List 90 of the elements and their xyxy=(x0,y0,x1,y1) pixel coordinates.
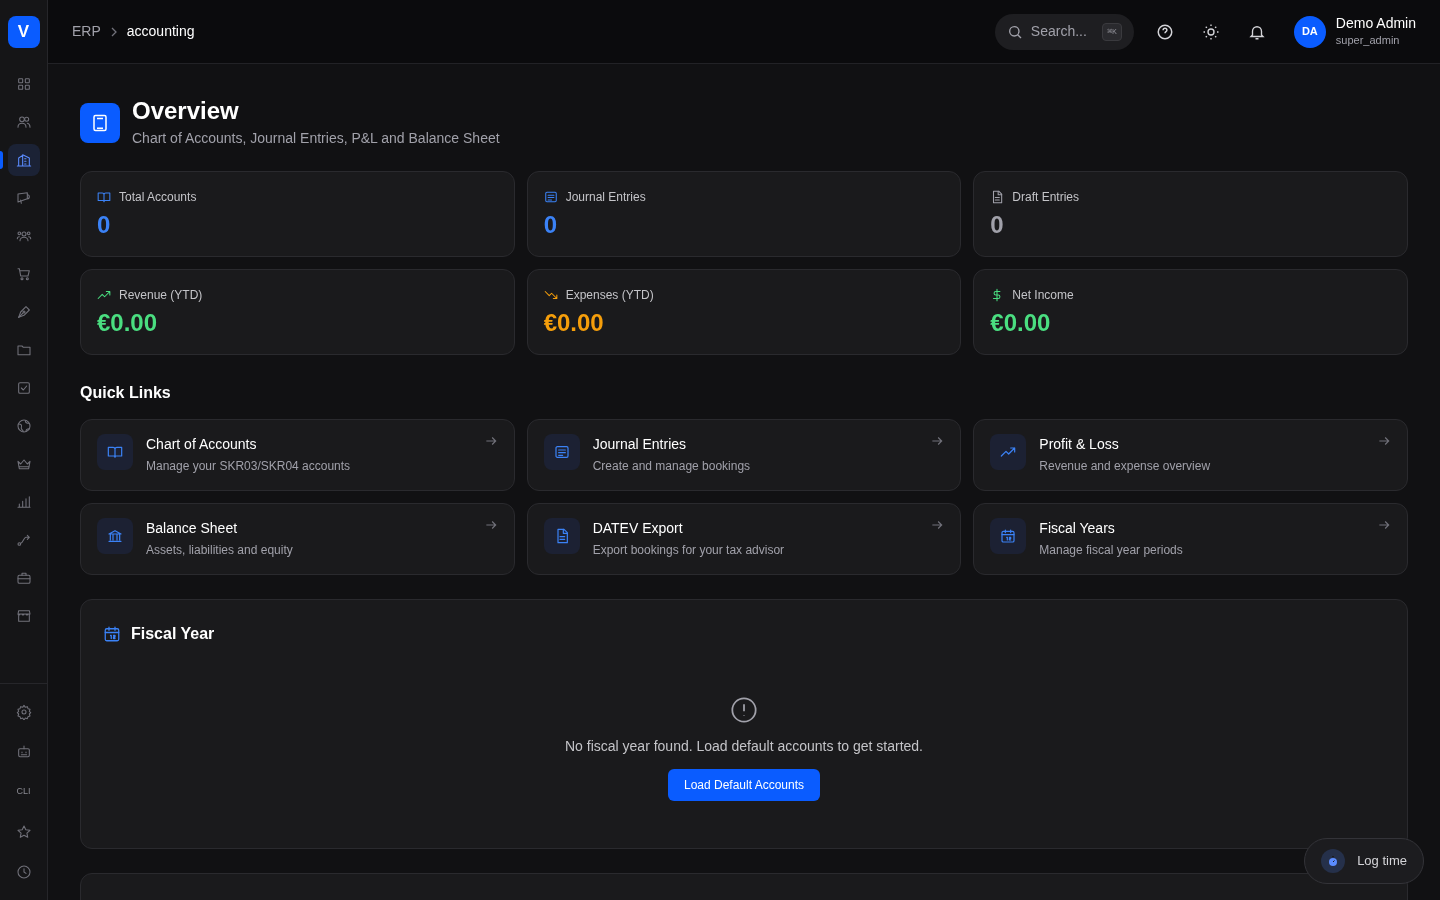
stat-label: Expenses (YTD) xyxy=(565,287,654,304)
book-icon xyxy=(97,190,111,204)
stat-label: Journal Entries xyxy=(565,189,646,206)
arrow-right-icon xyxy=(483,434,498,448)
stopwatch-icon xyxy=(1321,849,1346,873)
grid-icon xyxy=(15,76,32,92)
load-default-accounts-button[interactable]: Load Default Accounts xyxy=(667,769,821,801)
robot-icon xyxy=(15,744,32,760)
arrow-right-icon xyxy=(1377,434,1391,448)
trending-up-icon xyxy=(97,288,111,302)
link-description: Assets, liabilities and equity xyxy=(146,542,294,559)
sidebar-item[interactable]: CLI xyxy=(7,776,40,808)
team-icon xyxy=(15,228,32,244)
quick-link-card[interactable]: Fiscal Years Manage fiscal year periods xyxy=(973,503,1408,575)
search-icon xyxy=(1006,23,1023,40)
list-icon xyxy=(543,190,558,204)
book-icon xyxy=(107,444,123,460)
pen-icon xyxy=(15,304,32,320)
help-icon[interactable] xyxy=(1155,22,1174,41)
alert-icon xyxy=(730,696,758,724)
trending-up-icon xyxy=(1000,444,1017,460)
quick-link-card[interactable]: Journal Entries Create and manage bookings xyxy=(526,419,962,491)
link-title: DATEV Export xyxy=(592,519,684,538)
document-icon xyxy=(990,190,1005,204)
calculator-icon xyxy=(80,102,120,143)
breadcrumb-item[interactable]: ERP xyxy=(72,21,101,42)
search-field[interactable]: Search... ⌘K xyxy=(994,13,1134,50)
settings-icon xyxy=(15,704,32,720)
users-icon xyxy=(15,114,32,130)
trending-down-icon xyxy=(543,288,558,302)
checkbox-icon xyxy=(15,380,32,396)
shortcut-key: ⌘K xyxy=(1102,22,1122,41)
breadcrumb-item: accounting xyxy=(126,22,195,41)
bank-icon xyxy=(107,528,123,544)
cart-icon xyxy=(15,266,32,282)
stat-label: Total Accounts xyxy=(119,189,197,206)
calendar-icon xyxy=(1000,528,1017,544)
quick-link-card[interactable]: Chart of Accounts Manage your SKR03/SKR04 accounts xyxy=(80,419,515,491)
arrow-right-icon xyxy=(930,434,945,448)
briefcase-icon xyxy=(15,570,32,586)
store-icon xyxy=(15,608,32,624)
panel-title: Fiscal Year xyxy=(131,624,215,644)
list-icon xyxy=(553,444,570,460)
stat-value: 0 xyxy=(97,210,112,240)
quick-link-card[interactable]: Profit & Loss Revenue and expense overview xyxy=(973,419,1408,491)
user-avatar[interactable]: DA xyxy=(1293,15,1326,48)
stat-value: 0 xyxy=(543,210,558,240)
page-subtitle: Chart of Accounts, Journal Entries, P&L and Balance Sheet xyxy=(132,129,500,148)
empty-message: No fiscal year found. Load default accounts to get started. xyxy=(565,737,923,756)
section-title: Quick Links xyxy=(80,383,172,403)
search-placeholder: Search... xyxy=(1030,22,1087,41)
quick-link-card[interactable]: Balance Sheet Assets, liabilities and equity xyxy=(80,503,515,575)
link-title: Balance Sheet xyxy=(146,519,239,538)
stat-value: €0.00 xyxy=(543,308,605,338)
stat-label: Revenue (YTD) xyxy=(119,287,203,304)
star-icon xyxy=(15,824,32,840)
page-title: Overview xyxy=(132,96,240,126)
theme-icon[interactable] xyxy=(1201,22,1220,41)
arrow-right-icon xyxy=(483,518,498,532)
stat-value: 0 xyxy=(990,210,1005,240)
link-description: Export bookings for your tax advisor xyxy=(592,542,786,559)
log-time-button[interactable]: Log time xyxy=(1304,838,1424,884)
link-description: Create and manage bookings xyxy=(592,458,752,475)
user-role: super_admin xyxy=(1335,34,1401,49)
bar-chart-icon xyxy=(15,494,32,510)
user-name: Demo Admin xyxy=(1335,14,1416,33)
globe-icon xyxy=(15,418,32,434)
link-title: Chart of Accounts xyxy=(146,435,258,454)
route-icon xyxy=(15,532,32,548)
quick-link-card[interactable]: DATEV Export Export bookings for your tax advisor xyxy=(526,503,962,575)
link-description: Manage fiscal year periods xyxy=(1039,542,1184,559)
calendar-icon xyxy=(103,625,121,643)
stat-label: Draft Entries xyxy=(1012,189,1079,206)
megaphone-icon xyxy=(15,190,32,206)
active-indicator xyxy=(0,151,3,169)
sidebar-item[interactable] xyxy=(7,144,40,176)
link-title: Journal Entries xyxy=(592,435,688,454)
link-description: Manage your SKR03/SKR04 accounts xyxy=(146,458,352,475)
clock-icon xyxy=(15,864,32,880)
stat-value: €0.00 xyxy=(97,308,159,338)
folder-icon xyxy=(15,342,32,358)
stat-label: Net Income xyxy=(1012,287,1074,304)
building-icon xyxy=(15,152,32,168)
link-title: Profit & Loss xyxy=(1039,435,1120,454)
app-logo[interactable]: V xyxy=(7,16,40,48)
arrow-right-icon xyxy=(930,518,945,532)
link-description: Revenue and expense overview xyxy=(1039,458,1212,475)
stat-value: €0.00 xyxy=(990,308,1052,338)
arrow-right-icon xyxy=(1377,518,1391,532)
link-title: Fiscal Years xyxy=(1039,519,1116,538)
